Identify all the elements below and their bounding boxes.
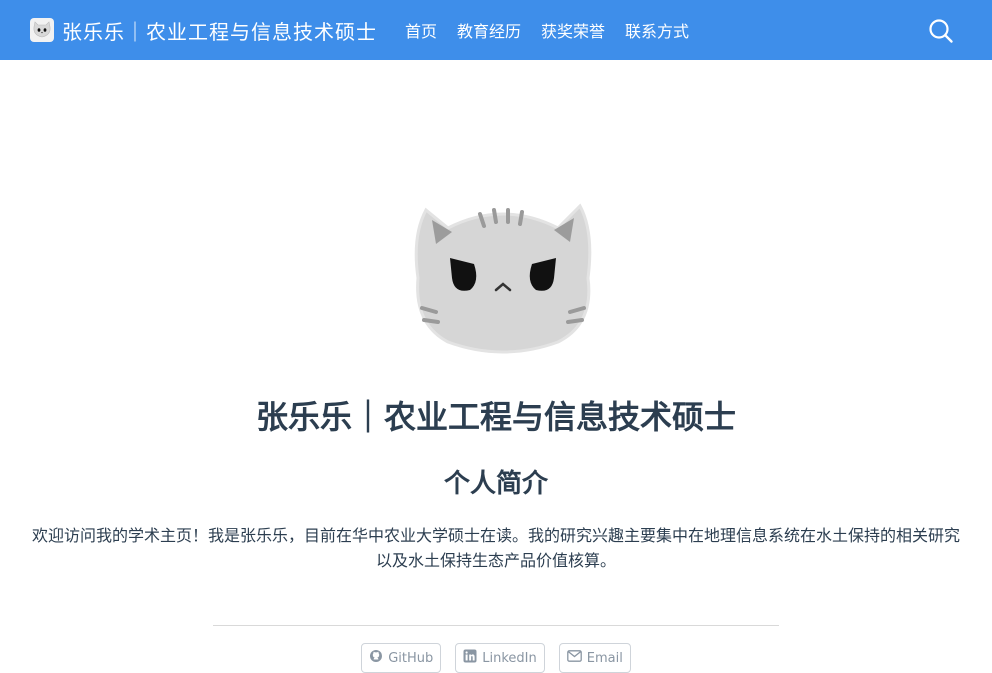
site-title: 张乐乐｜农业工程与信息技术硕士 <box>62 19 377 44</box>
search-icon[interactable] <box>928 18 954 44</box>
site-brand[interactable]: 张乐乐｜农业工程与信息技术硕士 <box>30 0 377 60</box>
email-button[interactable]: Email <box>558 643 631 673</box>
github-icon <box>369 649 383 667</box>
linkedin-label: LinkedIn <box>482 650 537 666</box>
linkedin-button[interactable]: LinkedIn <box>455 643 545 673</box>
email-icon <box>566 650 582 666</box>
email-label: Email <box>586 650 623 666</box>
cat-logo-icon <box>30 18 54 42</box>
nav-awards[interactable]: 获奖荣誉 <box>541 18 605 42</box>
nav-education[interactable]: 教育经历 <box>457 18 521 42</box>
section-divider <box>213 625 779 626</box>
top-navbar: 张乐乐｜农业工程与信息技术硕士 首页 教育经历 获奖荣誉 联系方式 <box>0 0 992 60</box>
intro-text: 欢迎访问我的学术主页！我是张乐乐，目前在华中农业大学硕士在读。我的研究兴趣主要集… <box>31 526 960 570</box>
github-label: GitHub <box>388 650 434 666</box>
linkedin-icon <box>463 649 477 667</box>
main-content: 张乐乐｜农业工程与信息技术硕士 个人简介 欢迎访问我的学术主页！我是张乐乐，目前… <box>0 60 992 673</box>
social-links: GitHub LinkedIn Email <box>0 643 992 673</box>
nav-home[interactable]: 首页 <box>405 18 437 42</box>
intro-heading: 个人简介 <box>443 469 548 499</box>
cat-avatar-icon <box>408 192 598 367</box>
github-button[interactable]: GitHub <box>361 643 442 673</box>
nav-contact[interactable]: 联系方式 <box>625 18 689 42</box>
main-nav: 首页 教育经历 获奖荣誉 联系方式 <box>405 0 689 60</box>
page-title: 张乐乐｜农业工程与信息技术硕士 <box>255 398 736 436</box>
